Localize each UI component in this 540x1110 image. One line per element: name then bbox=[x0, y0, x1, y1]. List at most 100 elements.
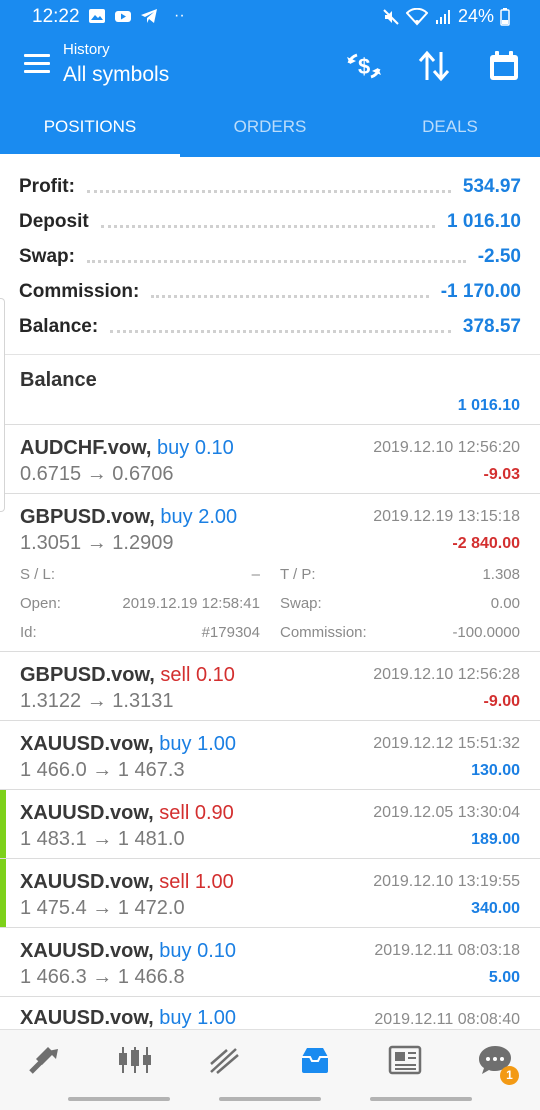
currency-exchange-icon[interactable]: $ bbox=[344, 46, 384, 86]
highlight-bar bbox=[0, 790, 6, 858]
close-price: 1.3131 bbox=[112, 690, 174, 712]
dotted-leader bbox=[110, 330, 451, 333]
open-price: 1.3122 bbox=[20, 690, 82, 712]
summary-profit: Profit: 534.97 bbox=[19, 169, 521, 204]
position-row[interactable]: GBPUSD.vow, sell 0.10 1.3122 → 1.3131 20… bbox=[0, 652, 540, 721]
id-label: Id: bbox=[20, 624, 37, 641]
tp-label: T / P: bbox=[280, 566, 316, 583]
arrow-icon: → bbox=[92, 828, 113, 850]
position-side: buy bbox=[159, 733, 192, 755]
position-row[interactable]: XAUUSD.vow, buy 1.00 1 466.0 → 1 467.3 2… bbox=[0, 721, 540, 790]
appbar-actions: $ bbox=[344, 46, 524, 86]
system-home-button[interactable] bbox=[219, 1097, 321, 1101]
tab-positions[interactable]: POSITIONS bbox=[0, 100, 180, 157]
news-icon[interactable] bbox=[360, 1030, 450, 1090]
tab-orders[interactable]: ORDERS bbox=[180, 100, 360, 157]
chart-icon[interactable] bbox=[90, 1030, 180, 1090]
more-notifications-icon: ·· bbox=[174, 7, 185, 24]
battery-icon bbox=[500, 7, 510, 26]
position-time: 2019.12.05 13:30:04 bbox=[373, 804, 520, 821]
summary-value: -1 170.00 bbox=[440, 280, 521, 302]
position-profit: -9.03 bbox=[483, 466, 520, 483]
open-price: 1 466.0 bbox=[20, 759, 87, 781]
position-time: 2019.12.11 08:03:18 bbox=[374, 942, 520, 959]
position-prices: 1.3051 → 1.2909 bbox=[20, 532, 173, 555]
dotted-leader bbox=[86, 190, 451, 193]
id-value: #179304 bbox=[201, 624, 260, 641]
arrow-icon: → bbox=[92, 759, 113, 781]
chat-icon[interactable]: 1 bbox=[450, 1030, 540, 1090]
close-price: 1.2909 bbox=[112, 532, 174, 554]
arrow-icon: → bbox=[92, 966, 113, 988]
arrow-icon: → bbox=[86, 463, 107, 485]
position-symbol: XAUUSD.vow, bbox=[20, 802, 154, 824]
page-subtitle: History bbox=[63, 41, 110, 58]
summary-label: Profit: bbox=[19, 175, 75, 197]
trade-icon[interactable] bbox=[0, 1030, 90, 1090]
open-price: 0.6715 bbox=[20, 463, 82, 485]
page-title[interactable]: All symbols bbox=[63, 63, 169, 87]
close-price: 1 472.0 bbox=[117, 897, 185, 919]
position-prices: 1.3122 → 1.3131 bbox=[20, 690, 173, 713]
tab-deals[interactable]: DEALS bbox=[360, 100, 540, 157]
open-label: Open: bbox=[20, 595, 61, 612]
sort-icon[interactable] bbox=[414, 46, 454, 86]
status-bar: 12:22 ·· 24% bbox=[0, 0, 540, 34]
system-back-button[interactable] bbox=[370, 1097, 472, 1101]
position-row[interactable]: AUDCHF.vow, buy 0.10 0.6715 → 0.6706 201… bbox=[0, 425, 540, 494]
status-right: 24% bbox=[382, 6, 510, 27]
position-row-expanded[interactable]: GBPUSD.vow, buy 2.00 1.3051 → 1.2909 201… bbox=[0, 494, 540, 652]
menu-icon[interactable] bbox=[24, 54, 50, 74]
dotted-leader bbox=[86, 260, 466, 263]
highlight-bar bbox=[0, 859, 6, 927]
swap-value: 0.00 bbox=[490, 595, 520, 612]
position-side: buy bbox=[159, 940, 192, 962]
balance-entry-title: Balance bbox=[20, 369, 97, 391]
open-price: 1 483.1 bbox=[20, 828, 87, 850]
open-value: 2019.12.19 12:58:41 bbox=[122, 595, 260, 612]
summary-value: 378.57 bbox=[462, 315, 521, 337]
position-title: GBPUSD.vow, buy 2.00 bbox=[20, 506, 237, 529]
commission-label: Commission: bbox=[280, 624, 367, 641]
position-row[interactable]: XAUUSD.vow, buy 0.10 1 466.3 → 1 466.8 2… bbox=[0, 928, 540, 997]
bottom-navigation: 1 bbox=[0, 1029, 540, 1110]
dotted-leader bbox=[100, 225, 436, 228]
position-prices: 1 466.0 → 1 467.3 bbox=[20, 759, 185, 782]
market-icon[interactable] bbox=[180, 1030, 270, 1090]
summary-label: Commission: bbox=[19, 280, 140, 302]
wifi-icon bbox=[405, 7, 428, 25]
position-time: 2019.12.10 12:56:28 bbox=[373, 666, 520, 683]
position-prices: 1 483.1 → 1 481.0 bbox=[20, 828, 185, 851]
arrow-icon: → bbox=[86, 690, 107, 712]
calendar-icon[interactable] bbox=[484, 46, 524, 86]
arrow-icon: → bbox=[86, 532, 107, 554]
position-side: sell bbox=[159, 802, 190, 824]
commission-value: -100.0000 bbox=[452, 624, 520, 641]
history-icon[interactable] bbox=[270, 1030, 360, 1090]
position-volume: 0.10 bbox=[197, 940, 237, 962]
position-profit: 189.00 bbox=[471, 831, 520, 848]
position-title: XAUUSD.vow, buy 0.10 bbox=[20, 940, 236, 963]
balance-entry[interactable]: Balance 1 016.10 bbox=[0, 355, 540, 425]
summary-deposit: Deposit 1 016.10 bbox=[19, 204, 521, 239]
position-time: 2019.12.11 08:08:40 bbox=[374, 1011, 520, 1028]
position-prices: 0.6715 → 0.6706 bbox=[20, 463, 173, 486]
position-row[interactable]: XAUUSD.vow, sell 1.00 1 475.4 → 1 472.0 … bbox=[0, 859, 540, 928]
summary-value: 534.97 bbox=[462, 175, 521, 197]
account-summary: Profit: 534.97 Deposit 1 016.10 Swap: -2… bbox=[0, 157, 540, 355]
position-profit: 130.00 bbox=[471, 762, 520, 779]
summary-commission: Commission: -1 170.00 bbox=[19, 274, 521, 309]
sl-value: – bbox=[251, 566, 260, 583]
system-recent-button[interactable] bbox=[68, 1097, 170, 1101]
position-side: sell bbox=[160, 664, 191, 686]
summary-label: Swap: bbox=[19, 245, 75, 267]
position-title: AUDCHF.vow, buy 0.10 bbox=[20, 437, 234, 460]
position-volume: 1.00 bbox=[194, 871, 234, 893]
drawer-edge-handle[interactable] bbox=[0, 298, 5, 512]
close-price: 0.6706 bbox=[112, 463, 174, 485]
position-row[interactable]: XAUUSD.vow, sell 0.90 1 483.1 → 1 481.0 … bbox=[0, 790, 540, 859]
position-symbol: GBPUSD.vow, bbox=[20, 506, 155, 528]
position-symbol: AUDCHF.vow, bbox=[20, 437, 152, 459]
position-title: XAUUSD.vow, buy 1.00 bbox=[20, 1007, 236, 1030]
position-profit: -2 840.00 bbox=[452, 535, 520, 552]
